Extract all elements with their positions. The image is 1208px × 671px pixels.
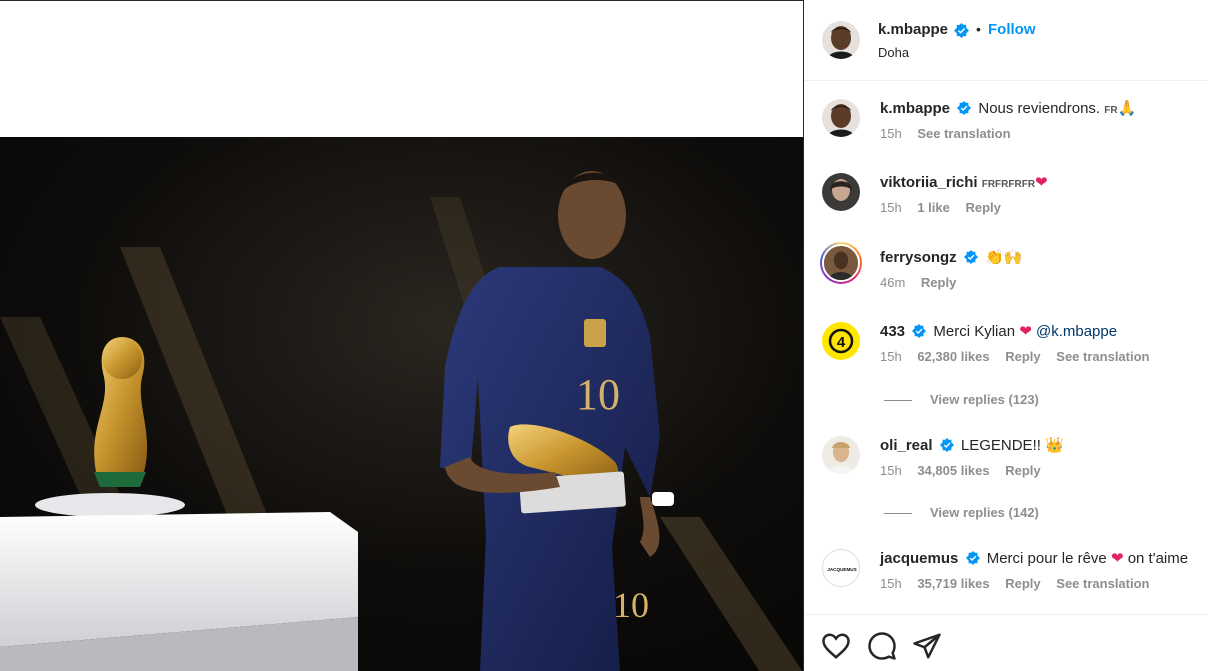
comment-username[interactable]: viktoriia_richi	[880, 174, 978, 191]
comment-time: 15h	[880, 126, 902, 141]
comments-sidebar: k.mbappe • Follow Doha k.mbappe Nous rev…	[804, 0, 1208, 671]
mention-link[interactable]: @k.mbappe	[1036, 323, 1117, 340]
reply-button[interactable]: Reply	[1005, 463, 1040, 478]
comment-likes[interactable]: 62,380 likes	[917, 349, 989, 364]
comment-meta: 46m Reply	[880, 275, 968, 290]
comment-text: Merci pour le rêve	[986, 550, 1107, 567]
reply-button[interactable]: Reply	[1005, 576, 1040, 591]
comment-text-continued: on t'aime	[1127, 550, 1189, 567]
header-separator: •	[976, 21, 981, 37]
badge-433-glyph: 4	[837, 334, 846, 351]
comment-username[interactable]: jacquemus	[880, 550, 958, 567]
post-actions-bar	[804, 614, 1208, 671]
comment-meta: 15h 62,380 likes Reply See translation	[880, 349, 1161, 364]
comment-text: Nous reviendrons.	[978, 100, 1101, 117]
reply-button[interactable]: Reply	[921, 275, 956, 290]
commenter-avatar[interactable]	[822, 436, 860, 474]
post-header: k.mbappe • Follow Doha	[804, 0, 1208, 81]
replies-line	[884, 400, 912, 402]
view-replies-label: View replies (142)	[930, 505, 1039, 520]
comment-likes[interactable]: 34,805 likes	[917, 463, 989, 478]
verified-badge-icon	[912, 324, 927, 338]
crown-emoji: 👑	[1045, 436, 1064, 454]
see-translation-link[interactable]: See translation	[1056, 576, 1149, 591]
comment-body: k.mbappe Nous reviendrons. FR🙏	[880, 99, 1136, 117]
comment-username[interactable]: 433	[880, 323, 905, 340]
view-replies-button[interactable]: View replies (142)	[884, 505, 1039, 520]
author-username[interactable]: k.mbappe	[878, 21, 948, 38]
comment-meta: 15h 34,805 likes Reply	[880, 463, 1053, 478]
post-photo: 10 10	[0, 137, 803, 671]
post-media-pane: 10 10	[0, 0, 803, 671]
reply-button[interactable]: Reply	[1005, 349, 1040, 364]
comment-username[interactable]: k.mbappe	[880, 100, 950, 117]
comment-time: 15h	[880, 463, 902, 478]
comment-text: Merci Kylian	[933, 323, 1016, 340]
follow-button[interactable]: Follow	[988, 21, 1036, 38]
svg-text:10: 10	[576, 370, 620, 419]
commenter-avatar-story-ring[interactable]	[820, 242, 862, 284]
view-replies-button[interactable]: View replies (123)	[884, 392, 1039, 407]
comment-time: 46m	[880, 275, 906, 290]
verified-badge-icon	[963, 250, 978, 264]
comment-username[interactable]: oli_real	[880, 437, 933, 454]
commenter-avatar[interactable]: 4	[822, 322, 860, 360]
verified-badge-icon	[939, 438, 954, 452]
red-heart-emoji: ❤	[1019, 322, 1032, 340]
see-translation-link[interactable]: See translation	[917, 126, 1010, 141]
praying-hands-emoji: 🙏	[1117, 99, 1137, 117]
comment-likes[interactable]: 35,719 likes	[917, 576, 989, 591]
commenter-avatar[interactable]: JACQUEMUS	[822, 549, 860, 587]
author-avatar[interactable]	[822, 21, 860, 59]
comment-time: 15h	[880, 576, 902, 591]
verified-badge-icon	[957, 101, 972, 115]
comment-meta: 15h 35,719 likes Reply See translation	[880, 576, 1161, 591]
comment-item: ferrysongz 👏🙌 46m Reply	[804, 242, 1208, 312]
reply-button[interactable]: Reply	[965, 200, 1000, 215]
comment-icon[interactable]	[867, 631, 897, 661]
comment-item: oli_real LEGENDE!! 👑 15h 34,805 likes Re…	[804, 436, 1208, 500]
red-heart-emoji: ❤	[1110, 549, 1124, 567]
verified-badge-icon	[965, 551, 980, 565]
post-location[interactable]: Doha	[878, 45, 909, 60]
comment-body: 433 Merci Kylian ❤ @k.mbappe	[880, 322, 1117, 340]
clapping-hands-emoji: 👏🙌	[985, 248, 1023, 266]
commenter-avatar[interactable]	[822, 99, 860, 137]
comment-username[interactable]: ferrysongz	[880, 249, 957, 266]
replies-line	[884, 513, 912, 515]
comment-body: jacquemus Merci pour le rêve ❤ on t'aime	[880, 549, 1188, 567]
instagram-post-window: 10 10 k.mbappe • Follow Doha k.mbappe No…	[0, 0, 1208, 671]
comment-meta: 15h See translation	[880, 126, 1023, 141]
comment-body: ferrysongz 👏🙌	[880, 248, 1022, 266]
comment-likes[interactable]: 1 like	[917, 200, 950, 215]
comment-body: oli_real LEGENDE!! 👑	[880, 436, 1064, 454]
comment-item: viktoriia_richi FRFRFRFR❤ 15h 1 like Rep…	[804, 173, 1208, 237]
flag-fr-icon: FRFRFRFR	[981, 179, 1036, 190]
comment-item: k.mbappe Nous reviendrons. FR🙏 15h See t…	[804, 99, 1208, 163]
comment-time: 15h	[880, 349, 902, 364]
view-replies-label: View replies (123)	[930, 392, 1039, 407]
comment-item: JACQUEMUS jacquemus Merci pour le rêve ❤…	[804, 549, 1208, 613]
red-heart-emoji: ❤	[1035, 173, 1048, 191]
comment-time: 15h	[880, 200, 902, 215]
jacquemus-logo-text: JACQUEMUS	[827, 567, 856, 572]
comment-text: LEGENDE!!	[960, 437, 1041, 454]
comment-body: viktoriia_richi FRFRFRFR❤	[880, 173, 1048, 191]
see-translation-link[interactable]: See translation	[1056, 349, 1149, 364]
flag-fr-icon: FR	[1104, 105, 1118, 116]
comment-item: 4 433 Merci Kylian ❤ @k.mbappe 15h 62,38…	[804, 322, 1208, 386]
heart-icon[interactable]	[821, 631, 851, 661]
commenter-avatar[interactable]	[822, 173, 860, 211]
share-icon[interactable]	[912, 631, 942, 661]
svg-text:10: 10	[613, 585, 649, 625]
comment-meta: 15h 1 like Reply	[880, 200, 1013, 215]
verified-badge-icon	[954, 23, 969, 38]
